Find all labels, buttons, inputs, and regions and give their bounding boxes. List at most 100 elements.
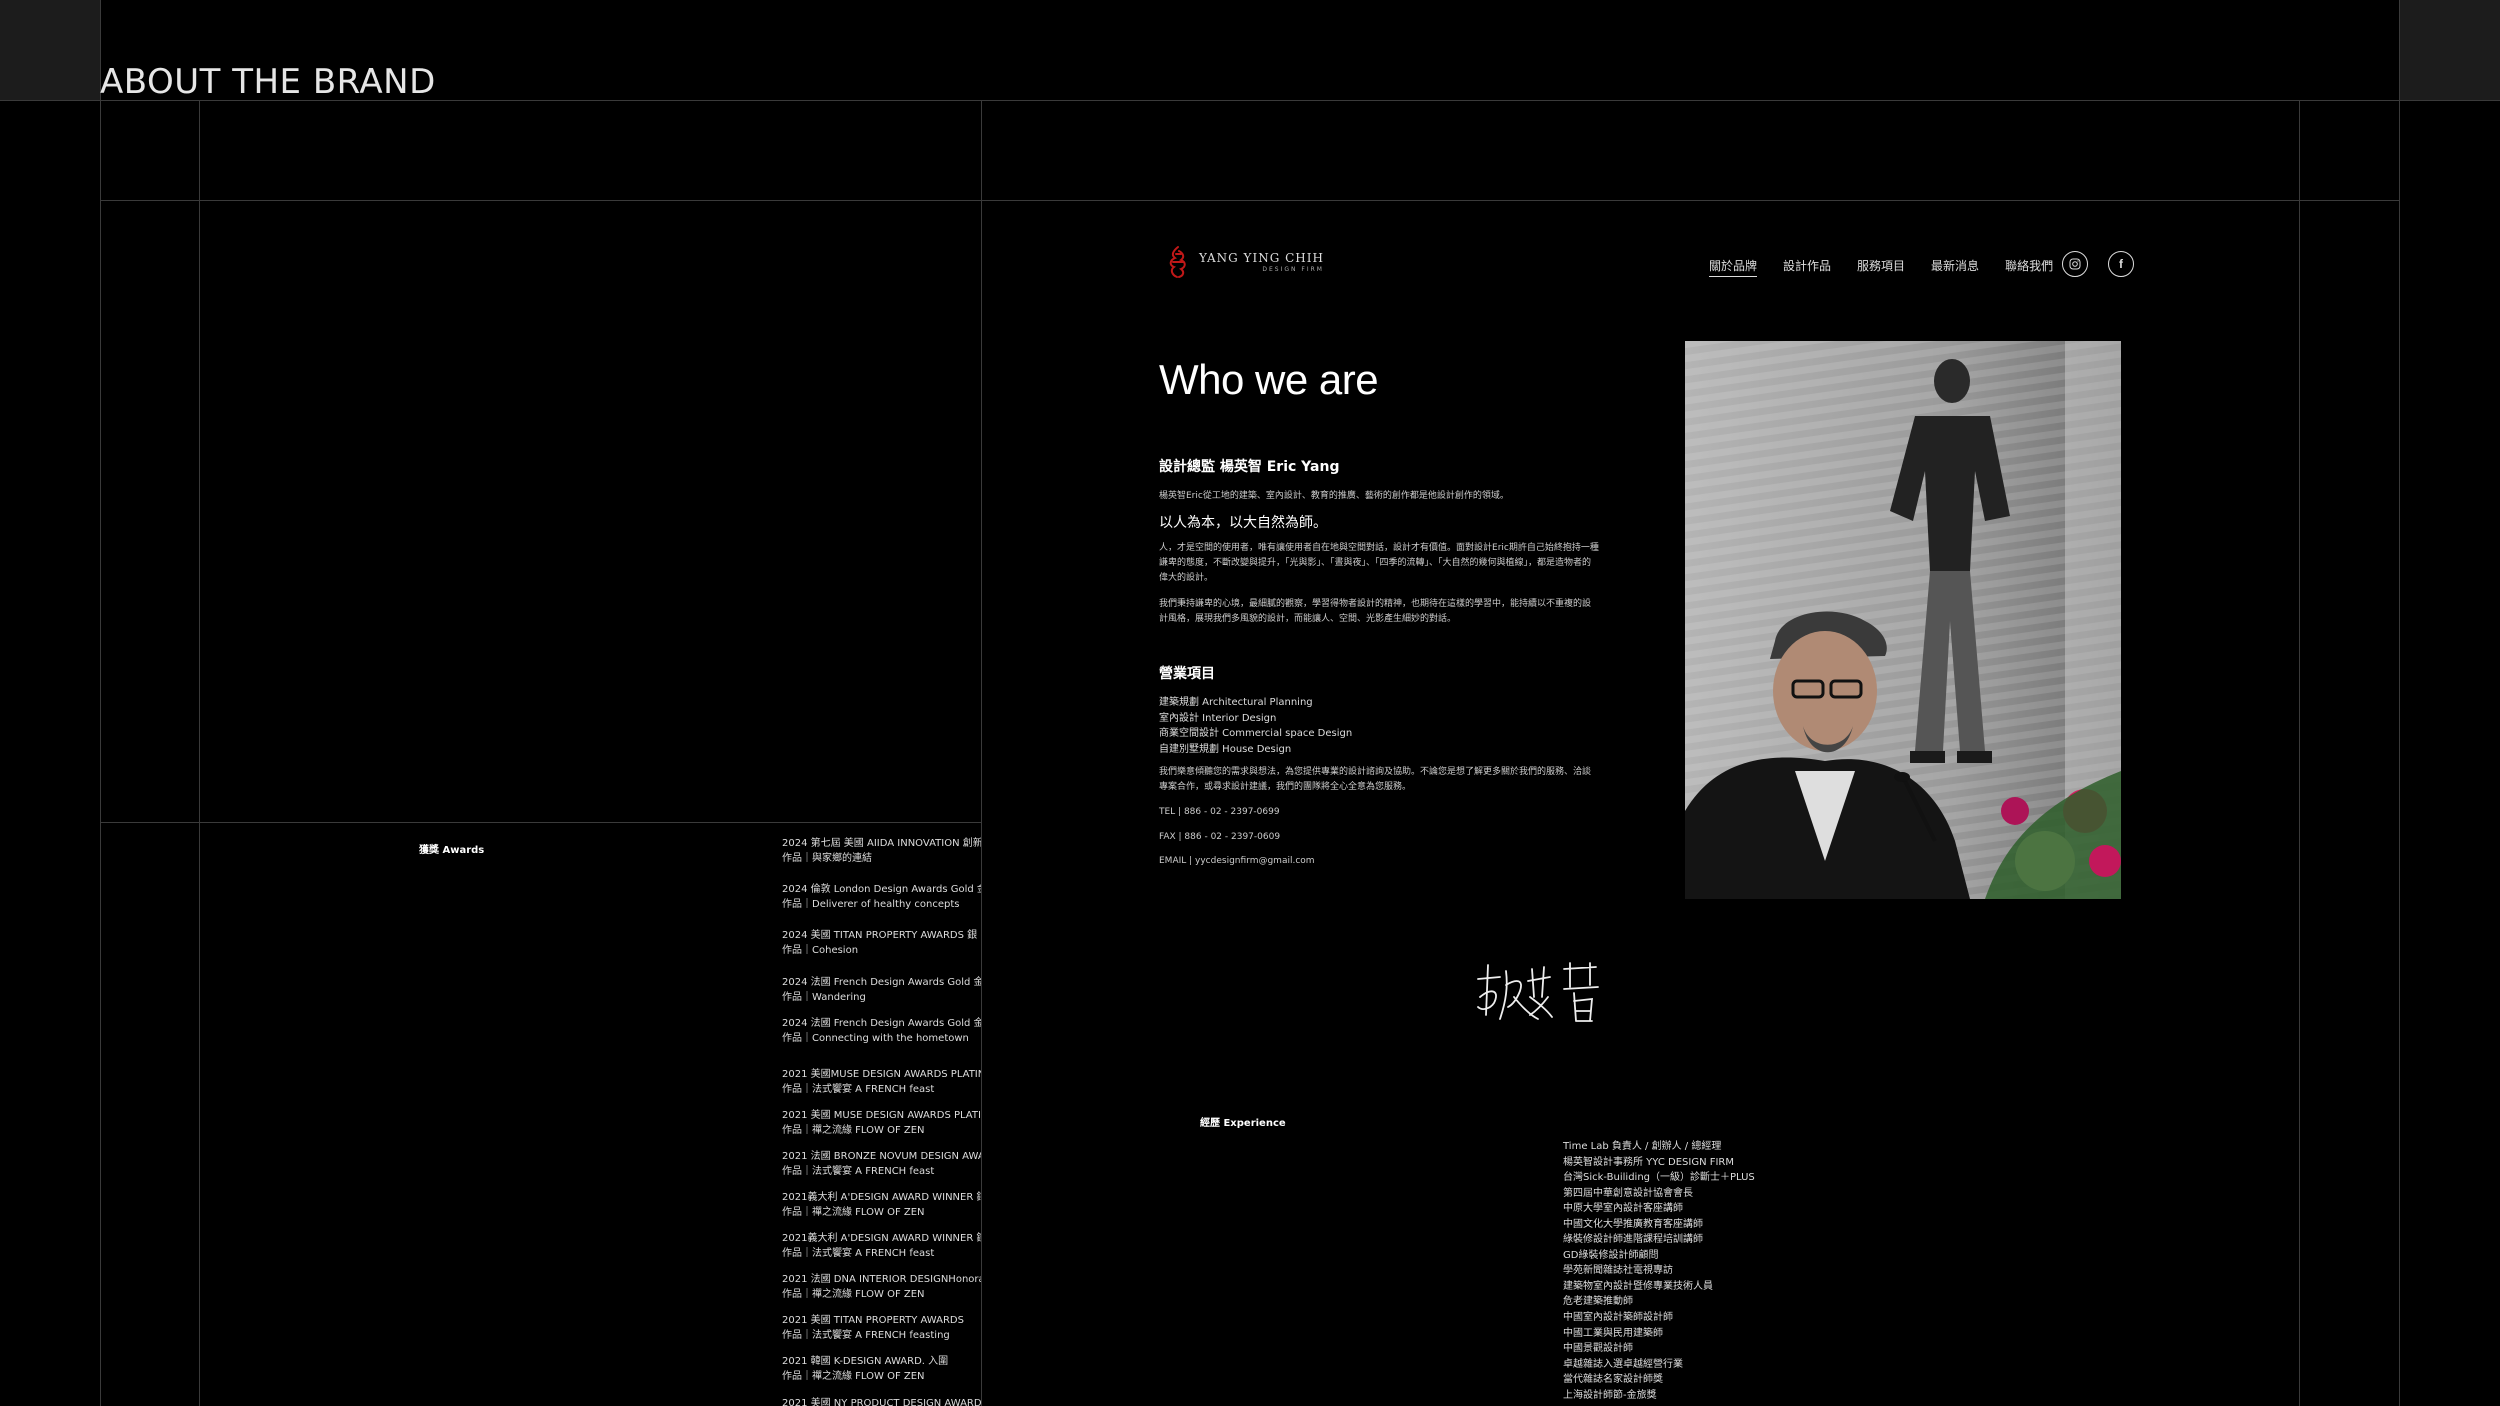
brand-motto: 以人為本，以大自然為師。 [1159, 515, 1327, 531]
about-paragraph: 我們秉持謙卑的心境，最細膩的觀察，學習得物者設計的精神，也期待在這樣的學習中，能… [1159, 599, 1592, 624]
nav-contact[interactable]: 聯絡我們 [2005, 257, 2053, 277]
contact-fax: FAX | 886 - 02 - 2397-0609 [1159, 832, 1281, 842]
services-title: 營業項目 [1159, 666, 1215, 682]
brand-sub: DESIGN FIRM [1262, 265, 1324, 273]
award-title: 2021 美國 MUSE DESIGN AWARDS PLATINUM [782, 1110, 981, 1121]
award-item: 2021 法國 DNA INTERIOR DESIGNHonorable 作品｜禪… [782, 1272, 981, 1302]
site-preview: YANG YING CHIH DESIGN FIRM 關於品牌 設計作品 服務項… [982, 201, 2299, 1406]
experience-item: 中國室內設計築師設計師 [1563, 1312, 1673, 1324]
award-item: 2021 韓國 K-DESIGN AWARD. 入圍 作品｜禪之流緣 FLOW O… [782, 1354, 981, 1384]
award-item: 2021義大利 A'DESIGN AWARD WINNER 鐵作品｜法式饗宴 A… [782, 1231, 981, 1261]
award-work: 作品｜Wandering [782, 992, 866, 1003]
contact-tel: TEL | 886 - 02 - 2397-0699 [1159, 807, 1280, 817]
facebook-button[interactable]: f [2108, 251, 2134, 277]
award-title: 2021 美國 TITAN PROPERTY AWARDS [782, 1315, 964, 1326]
award-title: 2021 法國 DNA INTERIOR DESIGNHonorable [782, 1274, 981, 1285]
award-work: 作品｜Cohesion [782, 945, 859, 956]
award-work: 作品｜法式饗宴 A FRENCH feast [782, 1248, 935, 1259]
service-item: 室內設計 Interior Design [1159, 712, 1277, 724]
award-item: 2024 美國 TITAN PROPERTY AWARDS 銀作品｜Cohesi… [782, 928, 981, 958]
brand-name: YANG YING CHIH [1199, 250, 1324, 265]
corner-block-right [2400, 0, 2500, 100]
service-item: 自建別墅規劃 House Design [1159, 743, 1292, 755]
award-item: 2021 美國 TITAN PROPERTY AWARDS 作品｜法式饗宴 A F… [782, 1313, 981, 1343]
award-title: 2024 第七屆 美國 AIIDA INNOVATION 創新 [782, 838, 981, 849]
experience-item: 台灣Sick-Builiding（一級）診斷士＋PLUS [1563, 1172, 1755, 1184]
award-title: 2021義大利 A'DESIGN AWARD WINNER 銅 [782, 1192, 981, 1203]
section-title: ABOUT THE BRAND [100, 62, 436, 102]
award-title: 2021義大利 A'DESIGN AWARD WINNER 鐵 [782, 1233, 981, 1244]
services-list: 建築規劃 Architectural Planning 室內設計 Interio… [1159, 695, 1352, 757]
designer-photo [1685, 341, 2121, 899]
instagram-button[interactable] [2062, 251, 2088, 277]
award-work: 作品｜法式饗宴 A FRENCH feasting [782, 1330, 950, 1341]
award-title: 2024 倫敦 London Design Awards Gold 金 [782, 884, 981, 895]
director-name: 設計總監 楊英智 Eric Yang [1159, 459, 1340, 475]
logo-mark-icon [1169, 246, 1186, 278]
service-item: 建築規劃 Architectural Planning [1159, 697, 1313, 708]
awards-heading: 獲獎 Awards [419, 845, 485, 856]
facebook-icon: f [2119, 257, 2123, 271]
contact-email[interactable]: EMAIL | yycdesignfirm@gmail.com [1159, 856, 1315, 866]
nav-about[interactable]: 關於品牌 [1709, 257, 1758, 277]
experience-item: 中原大學室內設計客座講師 [1563, 1203, 1683, 1215]
main-nav: 關於品牌 設計作品 服務項目 最新消息 聯絡我們 [1709, 257, 2053, 277]
signature-image [1477, 962, 1599, 1022]
award-item: 2021 法國 BRONZE NOVUM DESIGN AWARD 作品｜法式饗宴… [782, 1149, 981, 1179]
experience-item: 中國文化大學推廣教育客座講師 [1563, 1218, 1703, 1230]
award-title: 2024 法國 French Design Awards Gold 金獎 [782, 977, 981, 988]
experience-item: 上海設計師節-金旅獎 [1563, 1389, 1657, 1401]
grid-line [100, 822, 982, 823]
award-title: 2021 韓國 K-DESIGN AWARD. 入圍 [782, 1356, 949, 1367]
award-work: 作品｜禪之流緣 FLOW OF ZEN [782, 1371, 925, 1382]
award-work: 作品｜禪之流緣 FLOW OF ZEN [782, 1289, 925, 1300]
award-item: 2021 美國 NY PRODUCT DESIGN AWARDS [782, 1396, 981, 1406]
grid-line [2399, 0, 2400, 1406]
award-work: 作品｜Deliverer of healthy concepts [782, 899, 960, 910]
nav-services[interactable]: 服務項目 [1857, 257, 1905, 277]
experience-list: Time Lab 負責人 / 創辦人 / 總經理 楊英智設計事務所 YYC DE… [1563, 1139, 1755, 1403]
experience-item: 中國工業與民用建築師 [1563, 1327, 1663, 1339]
award-item: 2024 倫敦 London Design Awards Gold 金作品｜De… [782, 882, 981, 912]
award-title: 2021 法國 BRONZE NOVUM DESIGN AWARD [782, 1151, 981, 1162]
corner-block-left [0, 0, 100, 100]
award-title: 2021 美國MUSE DESIGN AWARDS PLATINUM [782, 1069, 981, 1080]
instagram-icon [2069, 258, 2081, 270]
award-work: 作品｜禪之流緣 FLOW OF ZEN [782, 1125, 925, 1136]
award-item: 2021 美國MUSE DESIGN AWARDS PLATINUM 作品｜法式饗… [782, 1067, 981, 1097]
awards-list: 2024 第七屆 美國 AIIDA INNOVATION 創新 作品｜與家鄉的連結… [782, 836, 981, 1406]
experience-item: 第四屆中華創意設計協會會長 [1563, 1187, 1693, 1199]
experience-item: 楊英智設計事務所 YYC DESIGN FIRM [1563, 1156, 1735, 1168]
nav-works[interactable]: 設計作品 [1783, 257, 1831, 277]
grid-line [2299, 100, 2300, 1406]
award-item: 2024 法國 French Design Awards Gold 金獎 作品｜C… [782, 1016, 981, 1046]
award-work: 作品｜法式饗宴 A FRENCH feast [782, 1166, 935, 1177]
award-item: 2021 美國 MUSE DESIGN AWARDS PLATINUM 作品｜禪之… [782, 1108, 981, 1138]
award-work: 作品｜法式饗宴 A FRENCH feast [782, 1084, 935, 1095]
award-work: 作品｜禪之流緣 FLOW OF ZEN [782, 1207, 925, 1218]
brand-logo[interactable]: YANG YING CHIH DESIGN FIRM [1167, 245, 1324, 279]
experience-item: 當代雜誌名家設計師獎 [1563, 1374, 1663, 1386]
award-item: 2024 第七屆 美國 AIIDA INNOVATION 創新 作品｜與家鄉的連結 [782, 836, 981, 866]
experience-item: Time Lab 負責人 / 創辦人 / 總經理 [1563, 1141, 1722, 1152]
experience-item: 綠裝修設計師進階課程培訓講師 [1563, 1234, 1703, 1246]
page-title: Who we are [1159, 356, 1379, 403]
experience-item: GD綠裝修設計師顧問 [1563, 1249, 1659, 1261]
experience-item: 中國景觀設計師 [1563, 1343, 1633, 1355]
award-title: 2021 美國 NY PRODUCT DESIGN AWARDS [782, 1398, 981, 1406]
grid-line [100, 0, 101, 1406]
grid-line [199, 100, 200, 1406]
nav-news[interactable]: 最新消息 [1931, 257, 1979, 277]
award-item: 2024 法國 French Design Awards Gold 金獎 作品｜W… [782, 975, 981, 1005]
experience-item: 學苑新聞雜誌社電視專訪 [1563, 1265, 1673, 1277]
experience-heading: 經歷 Experience [1200, 1118, 1286, 1129]
service-item: 商業空間設計 Commercial space Design [1159, 728, 1353, 739]
services-paragraph: 我們樂意傾聽您的需求與想法，為您提供專業的設計諮詢及協助。不論您是想了解更多關於… [1159, 767, 1592, 792]
award-work: 作品｜與家鄉的連結 [782, 853, 872, 864]
experience-item: 建築物室內設計暨修專業技術人員 [1563, 1280, 1713, 1292]
award-work: 作品｜Connecting with the hometown [782, 1033, 969, 1044]
experience-item: 卓越雜誌入選卓越經營行業 [1563, 1358, 1683, 1370]
experience-item: 危老建築推動師 [1563, 1296, 1633, 1308]
award-title: 2024 法國 French Design Awards Gold 金獎 [782, 1018, 981, 1029]
about-paragraph: 人，才是空間的使用者，唯有讓使用者自在地與空間對話，設計才有價值。面對設計Eri… [1159, 543, 1599, 583]
